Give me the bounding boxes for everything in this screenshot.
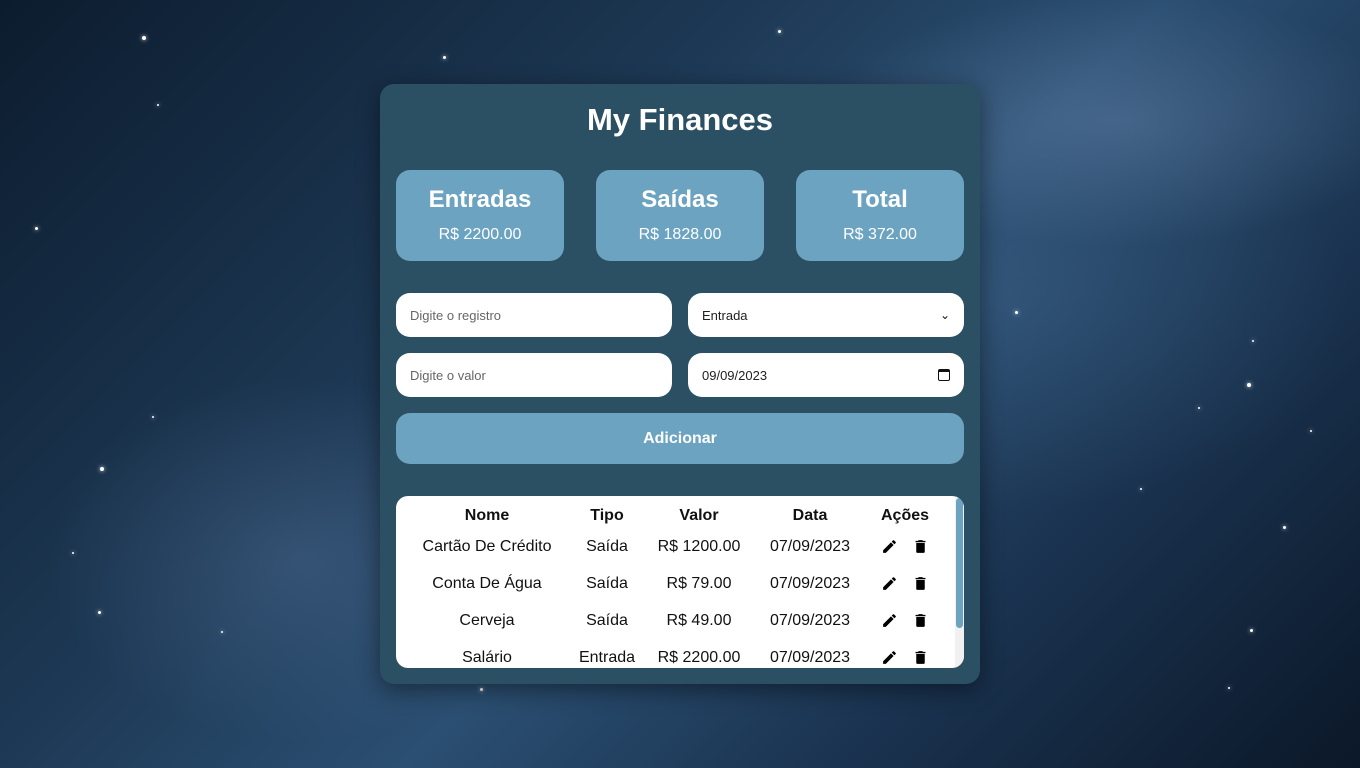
cell-valor: R$ 79.00 (666, 574, 732, 592)
trash-icon[interactable] (912, 612, 929, 629)
cell-tipo: Entrada (578, 648, 636, 666)
summary-value: R$ 1828.00 (638, 226, 722, 243)
cell-acoes (868, 639, 942, 668)
header-valor: Valor (679, 507, 719, 524)
cell-valor: R$ 2200.00 (657, 648, 741, 666)
cell-data: 07/09/2023 (769, 574, 851, 592)
date-value: 09/09/2023 (702, 367, 768, 383)
cell-data: 07/09/2023 (769, 611, 851, 629)
finance-card: My Finances Entradas R$ 2200.00 Saídas R… (380, 84, 980, 684)
cell-data: 07/09/2023 (769, 537, 851, 555)
date-input[interactable]: 09/09/2023 (688, 353, 964, 397)
trash-icon[interactable] (912, 649, 929, 666)
cell-nome: Salário (462, 648, 512, 666)
pencil-icon[interactable] (881, 538, 898, 555)
calendar-icon[interactable] (938, 369, 950, 381)
cell-valor: R$ 1200.00 (657, 537, 741, 555)
add-button[interactable]: Adicionar (396, 413, 964, 464)
summary-value: R$ 2200.00 (438, 226, 522, 243)
cell-acoes (868, 528, 942, 565)
summary-label: Saídas (641, 186, 719, 213)
registro-input[interactable]: Digite o registro (396, 293, 672, 337)
pencil-icon[interactable] (881, 612, 898, 629)
cell-tipo: Saída (586, 611, 628, 629)
cell-tipo: Saída (586, 574, 628, 592)
chevron-down-icon: ⌄ (939, 308, 950, 322)
cell-tipo: Saída (586, 537, 628, 555)
table-row: Cartão De Crédito Saída R$ 1200.00 07/09… (406, 528, 942, 565)
summary-label: Entradas (428, 186, 532, 213)
cell-nome: Cartão De Crédito (422, 537, 552, 555)
cell-data: 07/09/2023 (769, 648, 851, 666)
registro-placeholder: Digite o registro (410, 307, 502, 323)
cell-nome: Cerveja (459, 611, 515, 629)
valor-placeholder: Digite o valor (410, 367, 486, 383)
scrollbar-thumb[interactable] (956, 498, 963, 628)
summary-card-saidas: Saídas R$ 1828.00 (596, 170, 764, 261)
trash-icon[interactable] (912, 575, 929, 592)
summary-value: R$ 372.00 (843, 226, 917, 243)
cell-acoes (868, 602, 942, 639)
header-nome: Nome (464, 507, 510, 524)
table-header-row: Nome Tipo Valor Data Ações (406, 504, 942, 528)
summary-card-total: Total R$ 372.00 (796, 170, 964, 261)
pencil-icon[interactable] (881, 575, 898, 592)
table-row: Conta De Água Saída R$ 79.00 07/09/2023 (406, 565, 942, 602)
header-data: Data (792, 507, 828, 524)
trash-icon[interactable] (912, 538, 929, 555)
tipo-selected-value: Entrada (702, 307, 748, 323)
summary-card-entradas: Entradas R$ 2200.00 (396, 170, 564, 261)
cell-nome: Conta De Água (432, 574, 542, 592)
cell-acoes (868, 565, 942, 602)
table-row: Salário Entrada R$ 2200.00 07/09/2023 (406, 639, 942, 668)
valor-input[interactable]: Digite o valor (396, 353, 672, 397)
cell-valor: R$ 49.00 (666, 611, 732, 629)
page-title: My Finances (586, 102, 774, 137)
table-scrollbar[interactable] (955, 496, 964, 668)
pencil-icon[interactable] (881, 649, 898, 666)
header-acoes: Ações (880, 507, 930, 524)
summary-label: Total (852, 186, 908, 213)
transactions-table: Nome Tipo Valor Data Ações Cartão De Cré… (396, 496, 964, 668)
header-tipo: Tipo (590, 507, 624, 524)
table-row: Cerveja Saída R$ 49.00 07/09/2023 (406, 602, 942, 639)
tipo-select[interactable]: Entrada ⌄ (688, 293, 964, 337)
